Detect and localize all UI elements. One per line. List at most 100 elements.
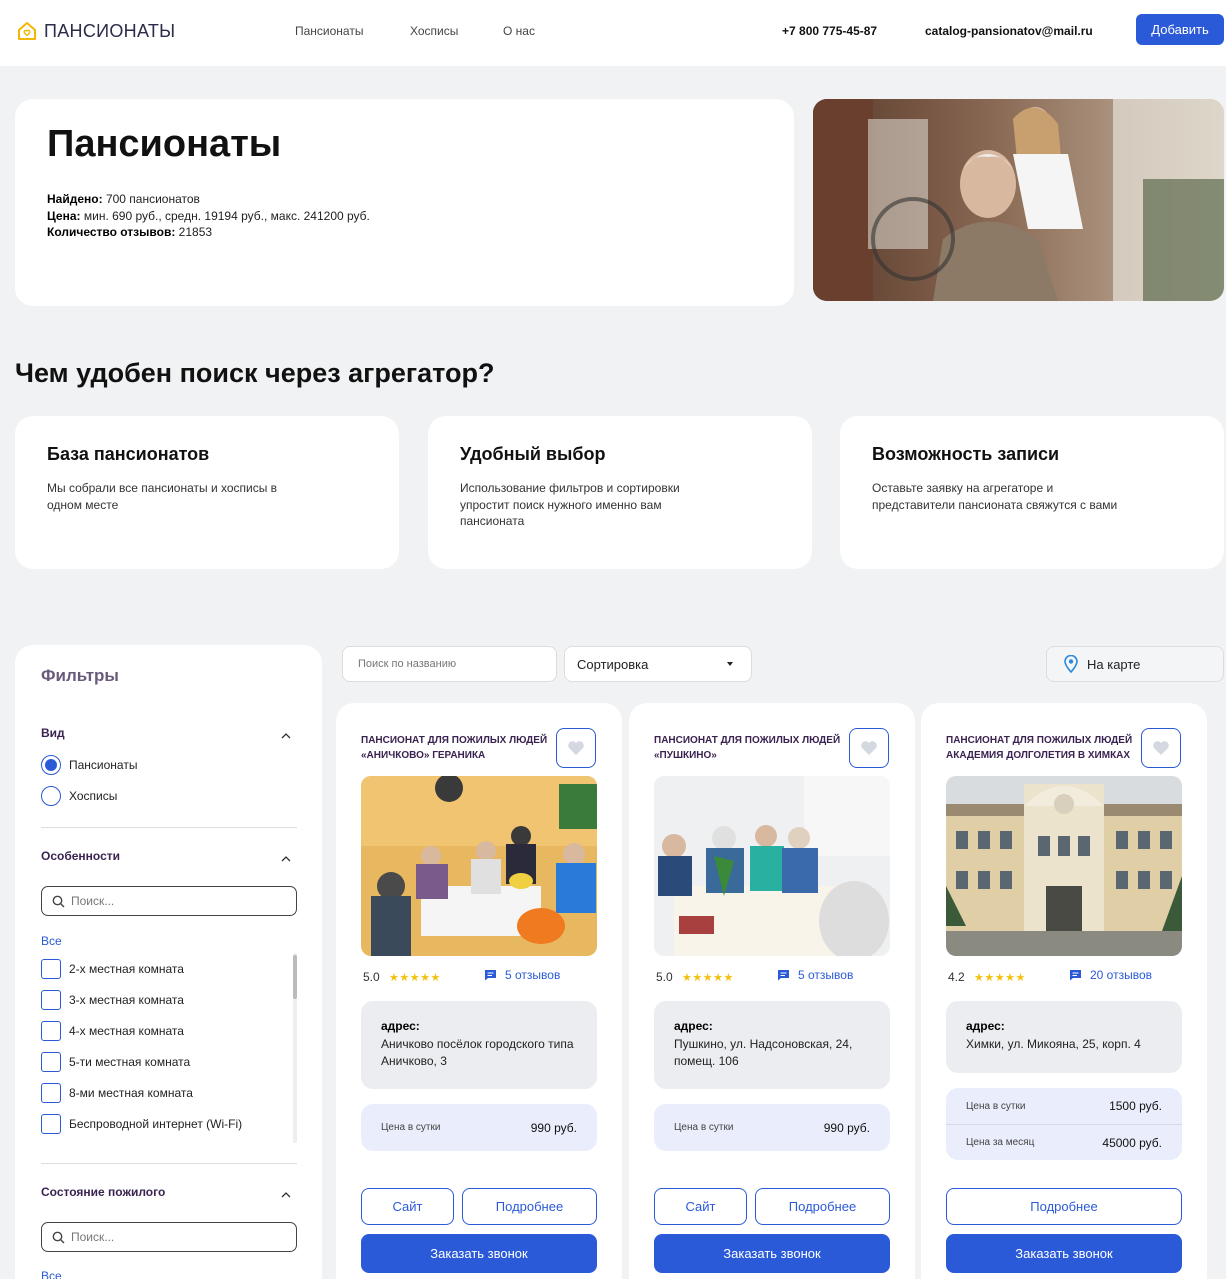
listing-photo[interactable] — [654, 776, 890, 956]
nav-link-pansionaty[interactable]: Пансионаты — [295, 24, 363, 38]
reviews-count: 5 отзывов — [798, 968, 854, 982]
heart-icon — [1153, 741, 1169, 755]
sort-label: Сортировка — [577, 656, 649, 672]
favorite-button[interactable] — [1141, 728, 1181, 768]
price-label: Цена в сутки — [674, 1122, 734, 1133]
checkbox-label: Беспроводной интернет (Wi-Fi) — [69, 1116, 243, 1131]
chevron-up-icon[interactable] — [281, 854, 291, 864]
nav-link-hospisy[interactable]: Хосписы — [410, 24, 458, 38]
price-value: 45000 руб. — [1102, 1135, 1162, 1150]
search-icon — [52, 895, 65, 907]
features-scrollbar[interactable] — [293, 953, 297, 1143]
radio-pansionaty[interactable]: Пансионаты — [41, 755, 137, 775]
catalog-summary: Найдено: 700 пансионатов Цена: мин. 690 … — [47, 191, 370, 241]
feature-card-database: База пансионатов Мы собрали все пансиона… — [15, 416, 399, 569]
name-search-field[interactable] — [342, 646, 557, 682]
condition-search-field[interactable] — [41, 1222, 297, 1252]
features-checkbox-list[interactable]: 2-х местная комната 3-х местная комната … — [41, 953, 297, 1143]
checkbox[interactable] — [41, 1113, 61, 1134]
condition-all-link[interactable]: Все — [41, 1269, 62, 1279]
chevron-up-icon[interactable] — [281, 1190, 291, 1200]
listing-title[interactable]: ПАНСИОНАТ ДЛЯ ПОЖИЛЫХ ЛЮДЕЙ «АНИЧКОВО» Г… — [361, 733, 551, 763]
checkbox-item[interactable]: Б — [41, 1139, 297, 1143]
radio-dot[interactable] — [41, 786, 61, 806]
comment-icon — [485, 970, 496, 981]
price-label: Цена за месяц — [966, 1137, 1035, 1148]
checkbox-label: 4-х местная комната — [69, 1023, 184, 1038]
checkbox[interactable] — [41, 1051, 61, 1072]
add-button[interactable]: Добавить — [1136, 14, 1224, 45]
listing-card: ПАНСИОНАТ ДЛЯ ПОЖИЛЫХ ЛЮДЕЙ «ПУШКИНО» 5.… — [629, 703, 915, 1279]
favorite-button[interactable] — [849, 728, 889, 768]
price-row: Цена за месяц 45000 руб. — [946, 1124, 1182, 1160]
details-button[interactable]: Подробнее — [946, 1188, 1182, 1225]
header-phone[interactable]: +7 800 775-45-87 — [782, 24, 877, 38]
price-row: Цена в сутки 990 руб. — [654, 1104, 890, 1151]
filter-section-features-title[interactable]: Особенности — [41, 849, 120, 863]
reviews-link[interactable]: 20 отзывов — [1069, 968, 1152, 982]
reviews-link[interactable]: 5 отзывов — [777, 968, 853, 982]
details-button[interactable]: Подробнее — [462, 1188, 597, 1225]
heart-icon — [568, 741, 584, 755]
sort-select[interactable]: Сортировка — [564, 646, 752, 682]
scrollbar-thumb[interactable] — [293, 955, 297, 999]
rating-value: 5.0 — [656, 970, 673, 984]
comment-icon — [778, 970, 789, 981]
house-logo-icon — [18, 22, 36, 40]
feature-text: Оставьте заявку на агрегаторе и представ… — [872, 481, 1118, 512]
call-request-button[interactable]: Заказать звонок — [361, 1234, 597, 1273]
address-label: адрес: — [381, 1019, 420, 1033]
features-search-input[interactable] — [71, 894, 271, 908]
rating-stars-icon: ★★★★★ — [974, 972, 1026, 984]
call-request-button[interactable]: Заказать звонок — [946, 1234, 1182, 1273]
header-email[interactable]: catalog-pansionatov@mail.ru — [925, 24, 1093, 38]
filter-section-type-title[interactable]: Вид — [41, 726, 65, 740]
filter-section-condition-title[interactable]: Состояние пожилого — [41, 1185, 165, 1199]
checkbox-item[interactable]: 5-ти местная комната — [41, 1046, 297, 1077]
feature-title: База пансионатов — [47, 444, 210, 464]
checkbox[interactable] — [41, 989, 61, 1010]
radio-label: Пансионаты — [69, 758, 138, 772]
checkbox-item[interactable]: 2-х местная комната — [41, 953, 297, 984]
nav-link-about[interactable]: О нас — [503, 24, 535, 38]
checkbox-label: 5-ти местная комната — [69, 1054, 191, 1069]
price-label: Цена в сутки — [966, 1100, 1026, 1112]
chevron-up-icon[interactable] — [281, 731, 291, 741]
radio-dot[interactable] — [41, 755, 61, 775]
reviews-link[interactable]: 5 отзывов — [484, 968, 560, 982]
price-block: Цена в сутки 990 руб. — [654, 1104, 890, 1151]
radio-hospisy[interactable]: Хосписы — [41, 786, 117, 806]
checkbox-item[interactable]: 4-х местная комната — [41, 1015, 297, 1046]
divider — [41, 827, 297, 828]
checkbox-item[interactable]: 3-х местная комната — [41, 984, 297, 1015]
feature-title: Возможность записи — [872, 444, 1060, 464]
site-logo[interactable]: ПАНСИОНАТЫ — [16, 20, 175, 42]
feature-card-booking: Возможность записи Оставьте заявку на аг… — [840, 416, 1224, 569]
site-button[interactable]: Сайт — [654, 1188, 747, 1225]
hero-photo — [813, 99, 1224, 301]
favorite-button[interactable] — [556, 728, 596, 768]
name-search-input[interactable] — [358, 658, 548, 670]
comment-icon — [1070, 970, 1081, 981]
checkbox-item[interactable]: 8-ми местная комната — [41, 1077, 297, 1108]
heart-icon — [861, 741, 877, 755]
condition-search-input[interactable] — [71, 1230, 271, 1244]
rating-stars-icon: ★★★★★ — [682, 972, 734, 984]
call-request-button[interactable]: Заказать звонок — [654, 1234, 890, 1273]
listing-photo[interactable] — [361, 776, 597, 956]
listing-title[interactable]: ПАНСИОНАТ ДЛЯ ПОЖИЛЫХ ЛЮДЕЙ АКАДЕМИЯ ДОЛ… — [946, 733, 1136, 763]
checkbox[interactable] — [41, 1082, 61, 1103]
checkbox-item[interactable]: Беспроводной интернет (Wi-Fi) — [41, 1108, 297, 1139]
address-block: адрес: Пушкино, ул. Надсоновская, 24, по… — [654, 1001, 890, 1089]
site-button[interactable]: Сайт — [361, 1188, 454, 1225]
filters-title: Фильтры — [41, 666, 119, 685]
features-all-link[interactable]: Все — [41, 934, 62, 948]
listing-title[interactable]: ПАНСИОНАТ ДЛЯ ПОЖИЛЫХ ЛЮДЕЙ «ПУШКИНО» — [654, 733, 844, 763]
price-value: 1500 руб. — [1109, 1099, 1162, 1113]
map-button[interactable]: На карте — [1046, 646, 1224, 682]
features-search-field[interactable] — [41, 886, 297, 916]
listing-photo[interactable] — [946, 776, 1182, 956]
checkbox[interactable] — [41, 1020, 61, 1041]
checkbox[interactable] — [41, 958, 61, 979]
details-button[interactable]: Подробнее — [755, 1188, 890, 1225]
